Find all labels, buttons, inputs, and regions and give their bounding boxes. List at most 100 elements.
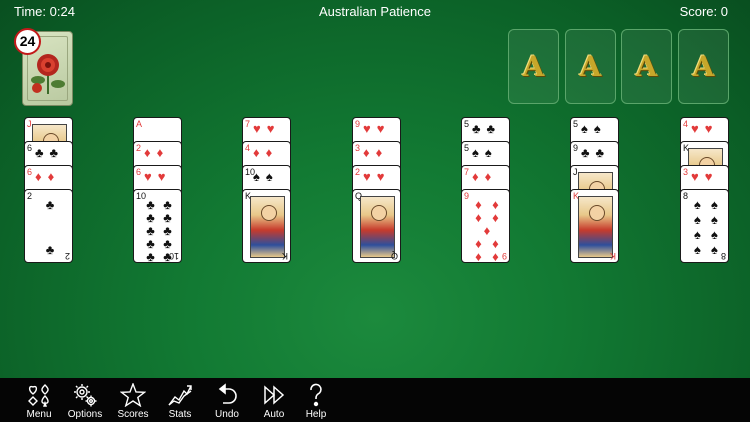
help-label: Help — [305, 409, 327, 420]
chart-line-icon — [168, 385, 192, 406]
suit-pip: ♠ — [581, 121, 594, 136]
card-rank: 8 — [683, 191, 689, 201]
suit-pip: ♦ — [492, 249, 499, 263]
playing-card[interactable]: 8 ♠ ♠ ♠ ♠ ♠ ♠ ♠ ♠ 8 — [680, 189, 729, 263]
suit-pip: ♠ — [694, 227, 701, 242]
suit-pip: ♥ — [691, 121, 705, 136]
card-rank: 2 — [136, 143, 142, 153]
card-rank: 4 — [245, 143, 251, 153]
suit-pip: ♦ — [492, 210, 499, 225]
playing-card[interactable]: KK — [570, 189, 619, 263]
suit-pip: ♥ — [144, 169, 158, 184]
card-rank: J — [27, 119, 32, 129]
options-button[interactable]: Options — [64, 378, 106, 422]
suit-pip: ♠ — [593, 121, 607, 136]
menu-button[interactable]: Menu — [18, 378, 60, 422]
card-rank: 7 — [245, 119, 251, 129]
playing-card[interactable]: 9 ♦ ♦ ♦ ♦ ♦ ♦ ♦ ♦ ♦ 9 — [461, 189, 510, 263]
foundation-ace-label: A — [579, 50, 602, 83]
foundation-ace-label: A — [692, 50, 715, 83]
suit-pip: ♦ — [253, 145, 266, 160]
suit-pip: ♣ — [35, 145, 50, 160]
card-rank-bottom: 8 — [720, 251, 726, 261]
suit-pip: ♣ — [49, 145, 65, 160]
auto-label: Auto — [263, 409, 285, 420]
card-pips: ♦♦ — [253, 146, 287, 159]
card-rank-bottom: K — [281, 251, 288, 261]
stats-button[interactable]: Stats — [160, 378, 200, 422]
foundation-pile[interactable]: A — [621, 29, 672, 104]
card-rank-bottom: 10 — [168, 251, 179, 261]
undo-button[interactable]: Undo — [207, 378, 247, 422]
card-pips: ♠♠ — [253, 170, 287, 183]
suit-pip: ♠ — [694, 197, 701, 212]
card-rank: 4 — [683, 119, 689, 129]
suit-pip: ♣ — [472, 121, 487, 136]
card-rank: 9 — [355, 119, 361, 129]
playing-card[interactable]: 10 ♣ ♣ ♣ ♣ ♣ ♣ ♣ ♣ ♣ ♣ 10 — [133, 189, 182, 263]
suit-pip: ♦ — [484, 169, 498, 184]
rose-card-back-icon — [31, 54, 65, 94]
suit-pip: ♦ — [475, 249, 482, 263]
card-pips: ♥♥ — [691, 122, 725, 135]
foundation-pile[interactable]: A — [678, 29, 729, 104]
suit-pip: ♣ — [595, 145, 611, 160]
card-pips: ♦ ♦ ♦ ♦ ♦ ♦ ♦ ♦ ♦ — [472, 198, 502, 262]
suit-pip: ♠ — [711, 212, 718, 227]
fast-forward-icon — [264, 385, 285, 405]
suit-pip: ♠ — [694, 212, 701, 227]
suit-pip: ♠ — [472, 145, 485, 160]
card-rank: J — [573, 167, 578, 177]
card-pips: ♠♠ — [472, 146, 506, 159]
suit-pip: ♠ — [711, 197, 718, 212]
score: Score: 0 — [679, 4, 728, 19]
gears-icon — [74, 384, 97, 407]
card-pips: ♥♥ — [253, 122, 287, 135]
card-rank: A — [136, 119, 143, 129]
foundation-pile[interactable]: A — [565, 29, 616, 104]
card-rank-bottom: Q — [390, 251, 398, 261]
card-pips: ♦♦ — [472, 170, 506, 183]
card-rank: 9 — [464, 191, 470, 201]
face-card-portrait-icon — [360, 196, 395, 258]
suit-pip: ♠ — [484, 145, 498, 160]
suit-pip: ♣ — [486, 121, 502, 136]
card-pips: ♥♥ — [144, 170, 178, 183]
playing-card[interactable]: KK — [242, 189, 291, 263]
question-mark-icon — [310, 383, 322, 407]
auto-button[interactable]: Auto — [254, 378, 294, 422]
card-pips: ♥♥ — [363, 122, 397, 135]
suit-pip: ♣ — [146, 249, 155, 263]
scores-button[interactable]: Scores — [111, 378, 155, 422]
suit-pip: ♦ — [472, 169, 485, 184]
foundation-ace-label: A — [522, 50, 545, 83]
card-pips: ♦♦ — [363, 146, 397, 159]
foundation-pile[interactable]: A — [508, 29, 559, 104]
card-suits-icon — [28, 384, 49, 407]
suit-pip: ♥ — [704, 121, 719, 136]
card-pips: ♣♣ — [472, 122, 506, 135]
undo-arrow-icon — [218, 383, 237, 404]
suit-pip: ♥ — [704, 169, 719, 184]
suit-pip: ♣ — [581, 145, 596, 160]
card-pips: ♣ ♣ ♣ ♣ ♣ ♣ ♣ ♣ ♣ ♣ — [144, 198, 174, 262]
suit-pip: ♥ — [691, 169, 705, 184]
playing-card[interactable]: QQ — [352, 189, 401, 263]
suit-pip: ♥ — [363, 121, 377, 136]
suit-pip: ♠ — [253, 169, 266, 184]
card-rank-bottom: K — [609, 251, 616, 261]
card-rank: 2 — [27, 191, 33, 201]
scores-label: Scores — [117, 409, 149, 420]
card-pips: ♠♠ — [581, 122, 615, 135]
face-card-portrait-icon — [250, 196, 285, 258]
face-card-portrait-icon — [578, 196, 613, 258]
card-rank-bottom: 9 — [501, 251, 507, 261]
help-button[interactable]: Help — [298, 378, 334, 422]
suit-pip: ♥ — [266, 121, 281, 136]
foundation-ace-label: A — [635, 50, 658, 83]
card-rank: 5 — [464, 143, 470, 153]
card-pips: ♠ ♠ ♠ ♠ ♠ ♠ ♠ ♠ — [691, 198, 721, 256]
playing-card[interactable]: 2 ♣ ♣ 2 — [24, 189, 73, 263]
suit-pip: ♥ — [376, 121, 391, 136]
card-rank: 6 — [136, 167, 142, 177]
